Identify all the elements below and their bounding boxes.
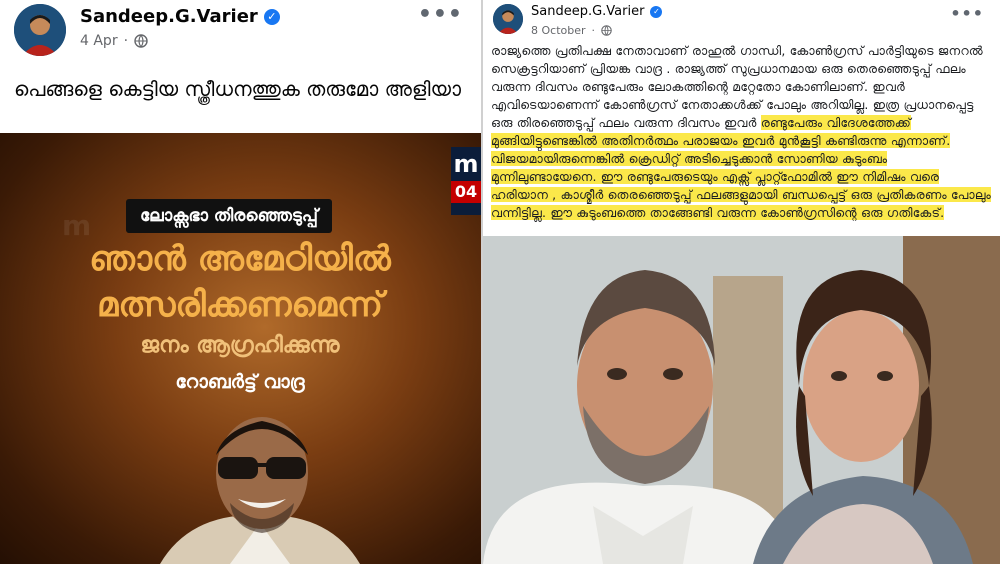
photo-illustration (483, 236, 1000, 564)
author-avatar[interactable] (14, 4, 66, 56)
post-body: രാജ്യത്തെ പ്രതിപക്ഷ നേതാവാണ് രാഹുൽ ഗാന്ധ… (491, 42, 991, 222)
author-name[interactable]: Sandeep.G.Varier ✓ (531, 4, 663, 19)
card-headline-line-3: ജനം ആഗ്രഹിക്കുന്നു (140, 333, 340, 358)
author-name[interactable]: Sandeep.G.Varier ✓ (80, 6, 280, 27)
card-date-badge: 04 (451, 181, 481, 203)
post-timestamp[interactable]: 8 October (531, 24, 586, 37)
author-name-text[interactable]: Sandeep.G.Varier (531, 4, 644, 19)
channel-logo: m 04 (451, 147, 481, 215)
post-caption: പെങ്ങളെ കെട്ടിയ സ്ത്രീധനത്തുക തരുമോ അളിയ… (14, 77, 462, 101)
channel-logo-letter: m (453, 150, 479, 178)
globe-icon (134, 34, 148, 48)
card-headline-line-2: മത്സരിക്കണമെന്ന് (96, 285, 383, 325)
post-timestamp[interactable]: 4 Apr (80, 33, 118, 49)
post-body-highlighted-text: രണ്ടുപേരും വിദേശത്തേക്ക് മുങ്ങിയിട്ടുണ്ട… (491, 115, 991, 220)
card-headline-line-1: ഞാൻ അമേഠിയിൽ (89, 239, 391, 279)
post-photo[interactable] (483, 236, 1000, 564)
avatar-image (493, 4, 523, 34)
right-post: Sandeep.G.Varier ✓ 8 October · ••• രാജ്യ… (483, 0, 1000, 564)
news-card-image[interactable]: m m 04 ലോക്സഭാ തിരഞ്ഞെടുപ്പ് ഞാൻ അമേഠിയി… (0, 133, 481, 564)
card-speaker-name: റോബർട്ട് വാദ്ര (175, 371, 305, 393)
author-name-text[interactable]: Sandeep.G.Varier (80, 6, 258, 27)
author-avatar[interactable] (493, 4, 523, 34)
more-options-button[interactable]: ••• (950, 4, 984, 23)
left-post: Sandeep.G.Varier ✓ 4 Apr · ••• പെങ്ങളെ ക… (0, 0, 481, 564)
more-options-button[interactable]: ••• (418, 2, 463, 27)
card-brand-watermark: m (62, 209, 92, 242)
card-tag: ലോക്സഭാ തിരഞ്ഞെടുപ്പ് (126, 199, 332, 233)
globe-icon (601, 25, 612, 36)
person-photo (160, 417, 360, 564)
post-meta: 8 October · (531, 24, 612, 37)
post-meta: 4 Apr · (80, 33, 148, 49)
verified-badge-icon: ✓ (650, 5, 663, 18)
verified-badge-icon: ✓ (263, 8, 280, 25)
avatar-image (14, 4, 66, 56)
